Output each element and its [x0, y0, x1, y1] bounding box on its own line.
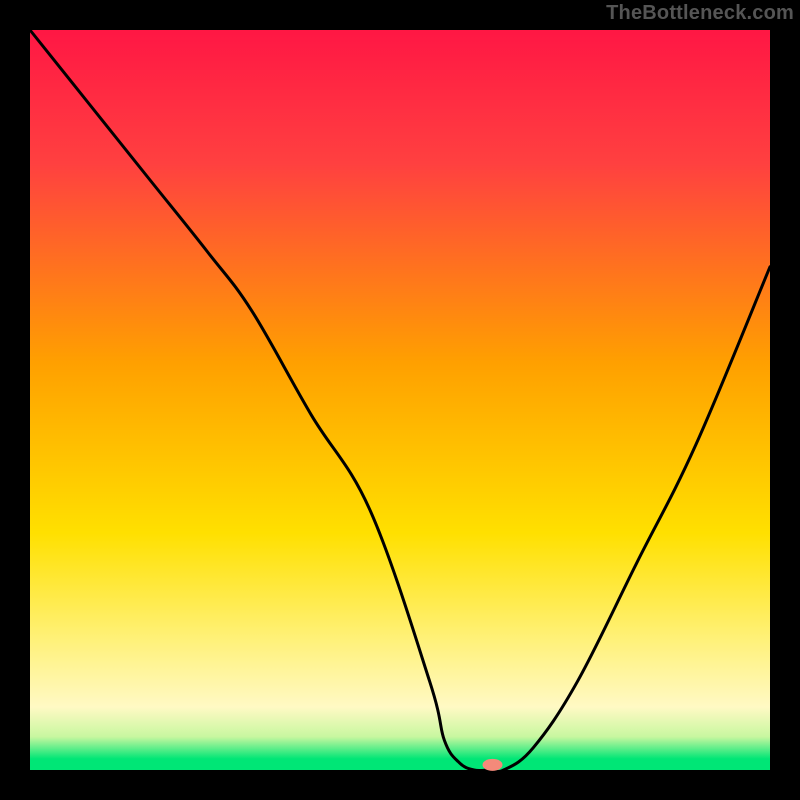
- plot-background: [30, 30, 770, 770]
- watermark-text: TheBottleneck.com: [606, 2, 794, 25]
- bottleneck-chart: [0, 0, 800, 800]
- chart-frame: TheBottleneck.com: [0, 0, 800, 800]
- optimal-marker: [483, 759, 503, 771]
